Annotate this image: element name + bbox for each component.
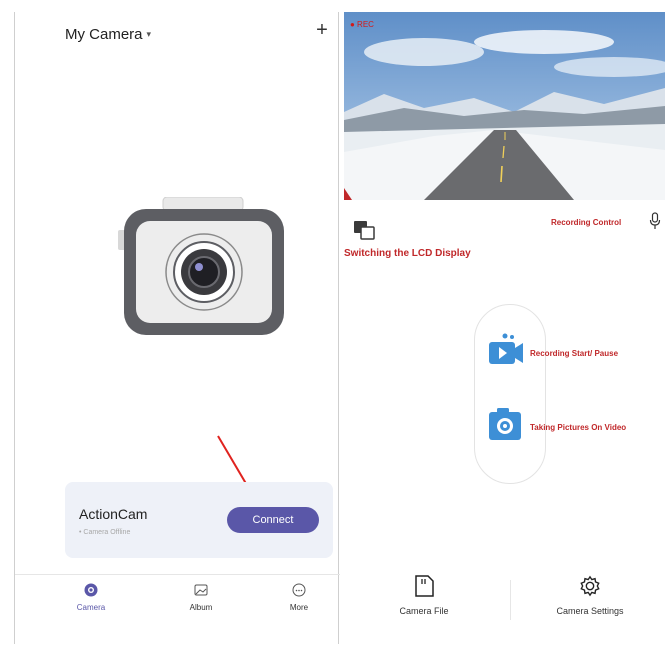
tab-label: Camera [76,603,106,612]
connect-button[interactable]: Connect [227,507,319,533]
camera-live-screen: ● REC Switching the LCD Display Recordin… [344,12,665,644]
bottom-tab-bar: Camera Album More [15,574,340,630]
tab-label: More [289,603,309,612]
sd-card-icon [415,575,434,597]
lcd-switch-icon[interactable] [353,220,375,240]
recording-control-annotation: Recording Control [551,218,622,227]
record-start-pause-annotation: Recording Start/ Pause [530,349,619,358]
lcd-switch-annotation: Switching the LCD Display [344,248,471,259]
microphone-icon[interactable] [649,212,661,230]
recording-indicator: ● REC [350,20,374,29]
taking-pictures-annotation: Taking Pictures On Video [530,423,627,432]
camera-selector[interactable]: My Camera ▾ [65,26,151,43]
tab-album[interactable]: Album [171,583,231,612]
chevron-down-icon: ▾ [146,29,152,39]
album-icon [194,584,208,596]
camera-list-screen: My Camera ▾ + ActionCam • Camera Offline… [14,12,340,644]
camera-file-button[interactable]: Camera File [384,574,464,616]
screenshot-page: My Camera ▾ + ActionCam • Camera Offline… [0,0,665,646]
camera-tab-icon [84,583,98,597]
bottom-action-bar: Camera File Camera Settings [344,570,665,640]
device-status: • Camera Offline [79,529,131,536]
device-name: ActionCam [79,506,148,522]
camera-file-label: Camera File [399,606,449,616]
tab-label: Album [189,603,213,612]
device-card[interactable]: ActionCam • Camera Offline Connect [65,482,333,558]
take-photo-icon[interactable] [485,404,525,444]
camera-settings-button[interactable]: Camera Settings [540,574,640,616]
record-video-icon[interactable] [485,330,525,370]
page-title: My Camera [65,26,143,43]
divider [510,580,511,620]
gear-icon [580,575,600,597]
camera-settings-label: Camera Settings [556,606,624,616]
tab-camera[interactable]: Camera [61,583,121,612]
tab-more[interactable]: More [269,583,329,612]
live-video-preview[interactable] [344,12,665,200]
more-icon [292,583,306,597]
plus-icon[interactable]: + [312,20,332,40]
camera-illustration [118,197,284,335]
